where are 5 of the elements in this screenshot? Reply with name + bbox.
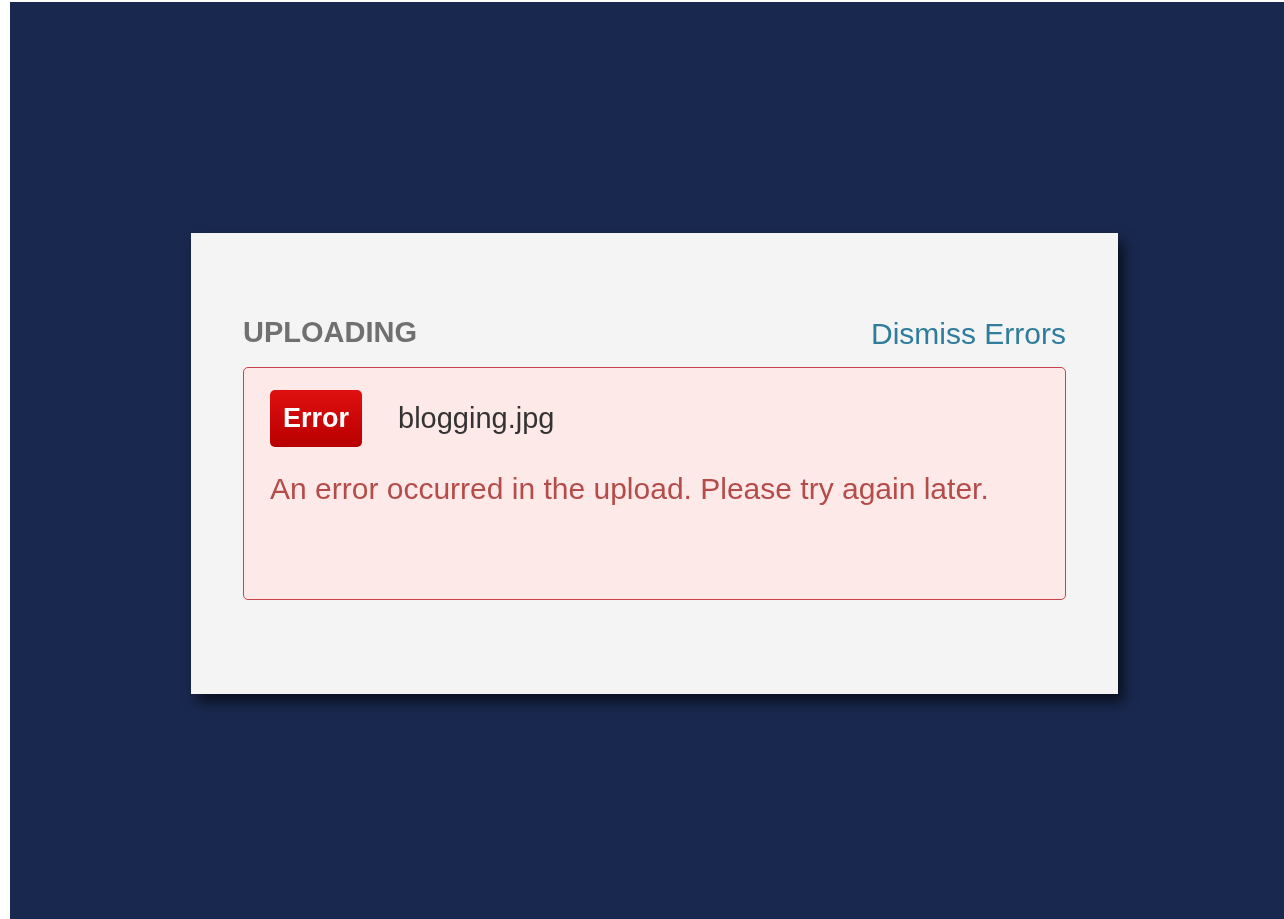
dismiss-errors-link[interactable]: Dismiss Errors [871, 310, 1066, 356]
error-message: An error occurred in the upload. Please try again later. [270, 471, 990, 507]
error-badge: Error [270, 390, 363, 447]
file-name: blogging.jpg [398, 400, 555, 436]
panel-title: UPLOADING [243, 315, 417, 351]
